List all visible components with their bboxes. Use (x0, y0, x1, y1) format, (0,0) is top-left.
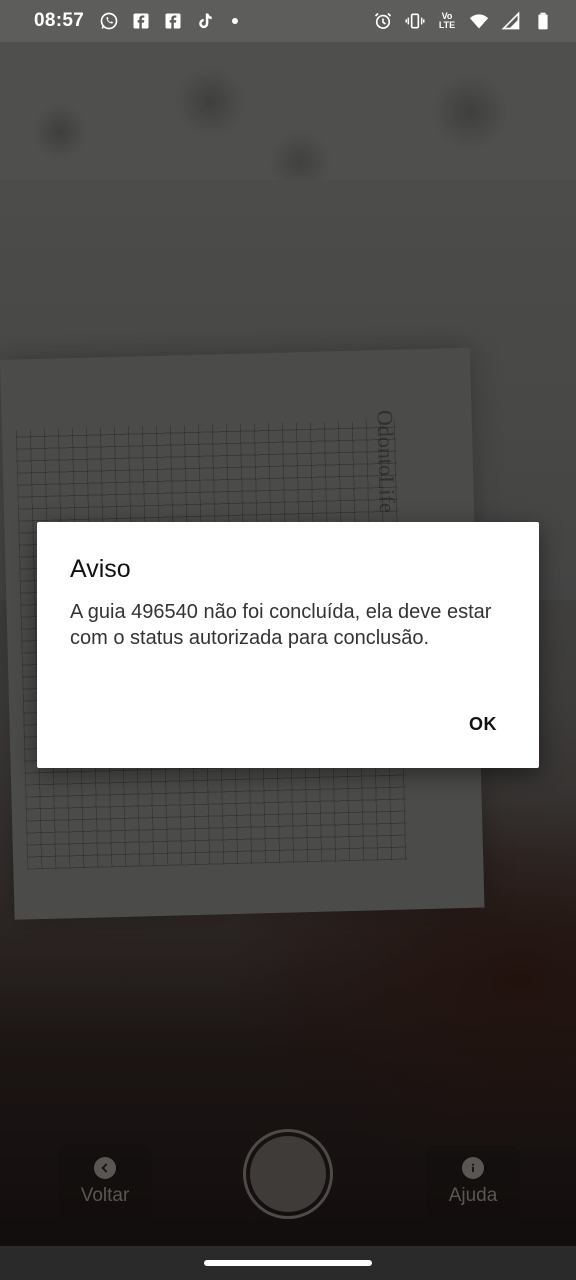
shutter-button[interactable] (243, 1129, 333, 1219)
whatsapp-icon (98, 10, 120, 32)
volte-icon: Vo LTE (436, 10, 458, 32)
notification-icons (98, 10, 239, 32)
chevron-left-icon (94, 1157, 116, 1179)
wifi-icon (468, 10, 490, 32)
volte-bottom: LTE (438, 20, 456, 30)
shutter-inner (250, 1136, 326, 1212)
navigation-bar (0, 1246, 576, 1280)
alarm-icon (372, 10, 394, 32)
alert-dialog: Aviso A guia 496540 não foi concluída, e… (37, 522, 539, 768)
info-icon (462, 1157, 484, 1179)
status-time: 08:57 (34, 10, 85, 31)
dialog-title: Aviso (70, 555, 131, 583)
help-button-label: Ajuda (448, 1185, 498, 1206)
signal-icon (500, 10, 522, 32)
back-button-label: Voltar (80, 1185, 130, 1206)
home-gesture-handle[interactable] (204, 1260, 372, 1266)
dialog-message: A guia 496540 não foi concluída, ela dev… (70, 601, 492, 649)
facebook-icon (162, 10, 184, 32)
tiktok-icon (194, 10, 216, 32)
ok-button[interactable]: OK (463, 710, 503, 739)
facebook-icon (130, 10, 152, 32)
system-icons: Vo LTE (372, 10, 554, 32)
battery-icon (532, 10, 554, 32)
status-bar: 08:57 Vo LTE (0, 0, 576, 42)
back-button[interactable]: Voltar (58, 1145, 152, 1219)
notification-dot (232, 18, 239, 24)
help-button[interactable]: Ajuda (426, 1145, 520, 1219)
vibrate-icon (404, 10, 426, 32)
